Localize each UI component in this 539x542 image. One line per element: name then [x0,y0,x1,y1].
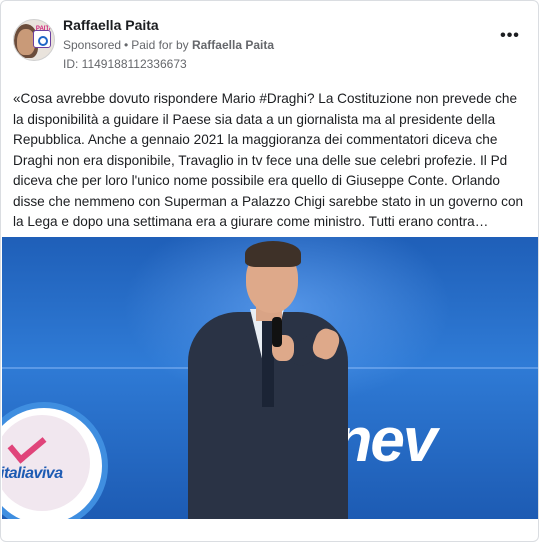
microphone-icon [272,317,282,347]
ad-card: PAITA Raffaella Paita Sponsored • Paid for… [0,0,539,542]
ad-id: ID: 1149188112336673 [63,57,187,71]
ad-meta: Sponsored • Paid for by Raffaella Paita [63,38,274,52]
ad-header: PAITA Raffaella Paita Sponsored • Paid for… [13,13,526,73]
paid-for-prefix: Paid for by [131,38,189,52]
speaker-figure [2,237,538,519]
speaker-hair [245,241,301,267]
paid-for-name: Raffaella Paita [191,38,275,52]
more-options-button[interactable]: ••• [498,28,522,47]
avatar-badge-logo [38,36,48,46]
post-text: «Cosa avrebbe dovuto rispondere Mario #D… [13,91,524,229]
sponsored-label: Sponsored [63,38,122,52]
post-image[interactable]: italiaviva enev [2,237,538,519]
meta-separator: • [124,38,129,52]
avatar[interactable]: PAITA [13,19,55,61]
avatar-badge-text: PAITA [35,26,53,32]
advertiser-name[interactable]: Raffaella Paita [63,17,159,33]
